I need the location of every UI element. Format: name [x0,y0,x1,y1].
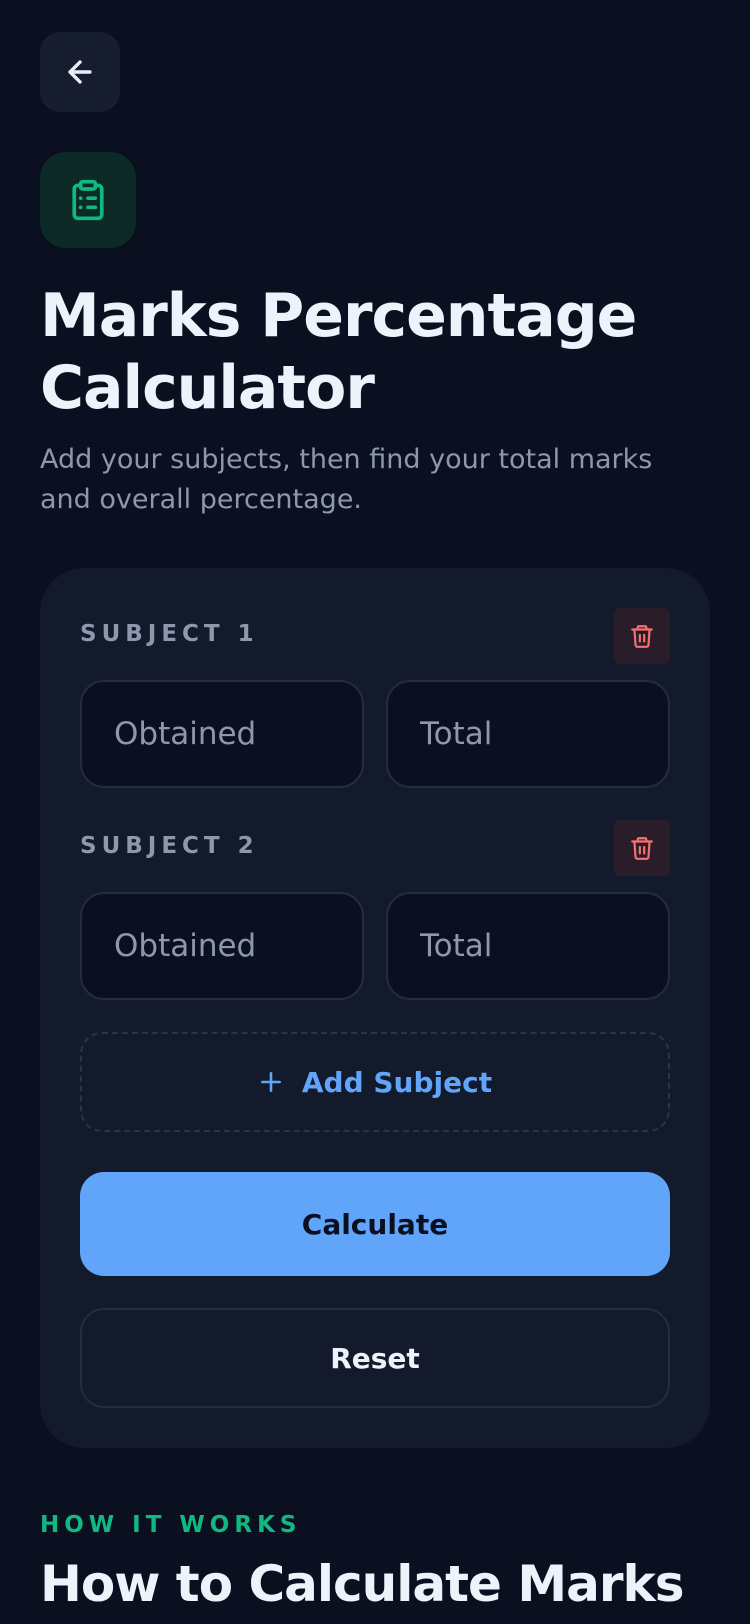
trash-icon [631,625,653,648]
arrow-left-icon [68,60,92,84]
section-eyebrow: HOW IT WORKS [40,1512,302,1538]
total-marks-input[interactable] [386,680,670,788]
subject-row-2: SUBJECT 2 [80,820,670,1000]
subject-inputs [80,892,670,1000]
calculator-card: SUBJECT 1 SUBJECT 2 [40,568,710,1448]
subject-label: SUBJECT 2 [80,833,259,859]
subject-header: SUBJECT 2 [80,820,670,876]
subject-row-1: SUBJECT 1 [80,608,670,788]
total-marks-input[interactable] [386,892,670,1000]
reset-button[interactable]: Reset [80,1308,670,1408]
app-icon [40,152,136,248]
marks-calculator-page: Marks Percentage Calculator Add your sub… [0,0,750,1624]
obtained-marks-input[interactable] [80,892,364,1000]
page-title: Marks Percentage Calculator [40,281,637,423]
plus-icon [260,1072,281,1092]
back-button[interactable] [40,32,120,112]
subject-inputs [80,680,670,788]
add-subject-label: Add Subject [301,1065,493,1099]
trash-icon [631,837,653,860]
add-subject-button[interactable]: Add Subject [80,1032,670,1132]
section-title: How to Calculate Marks [40,1555,685,1613]
calculate-button[interactable]: Calculate [80,1172,670,1276]
delete-subject-button[interactable] [614,608,670,664]
subject-header: SUBJECT 1 [80,608,670,664]
clipboard-list-icon [72,179,104,221]
subject-label: SUBJECT 1 [80,621,259,647]
delete-subject-button[interactable] [614,820,670,876]
page-subtitle: Add your subjects, then find your total … [40,444,653,515]
obtained-marks-input[interactable] [80,680,364,788]
